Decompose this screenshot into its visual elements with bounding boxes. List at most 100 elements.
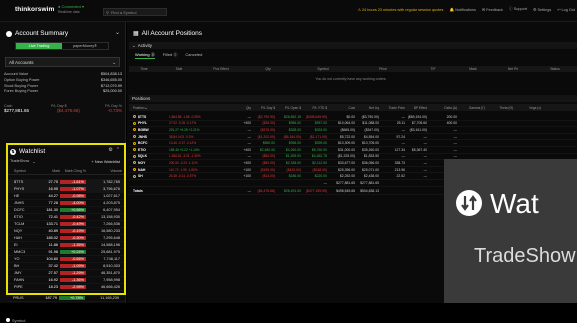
activity-column-header[interactable]: Pos Effect: [199, 67, 243, 71]
watchlist-symbol[interactable]: JMY: [8, 271, 38, 275]
position-symbol[interactable]: $QLK: [129, 154, 169, 158]
watchlist-symbol[interactable]: BH: [8, 264, 38, 268]
position-column-header[interactable]: Trade Price: [379, 106, 405, 110]
position-symbol[interactable]: $TTS: [129, 115, 169, 119]
activity-column-header[interactable]: Net Pri: [493, 67, 533, 71]
position-row[interactable]: $TTS 1,864.88 -1.85 -0.09% — ($2,790.90) $26…: [129, 114, 577, 121]
position-column-header[interactable]: Gamma (Γ): [457, 106, 485, 110]
position-symbol[interactable]: Totals: [129, 189, 169, 193]
position-symbol[interactable]: BCFC: [129, 141, 169, 145]
position-column-header[interactable]: Net Liq: [355, 106, 379, 110]
watchlist-symbol[interactable]: PIPE: [8, 285, 38, 289]
watchlist-row[interactable]: PIPE 18.23 -2.98% 46,666,426: [8, 284, 124, 291]
position-column-header[interactable]: BP Effect: [405, 106, 427, 110]
expand-icon[interactable]: [133, 174, 136, 178]
watchlist-row[interactable]: PHYS 16.95 -1.07% 3,796,676: [8, 186, 124, 193]
watchlist-symbol[interactable]: TCLM: [8, 222, 38, 226]
watchlist-row[interactable]: BH 37.42 -1.09% 8,510,303: [8, 263, 124, 270]
watchlist-row[interactable]: TCLM 133.71 -0.49% 7,266,536: [8, 221, 124, 228]
symbol-search-input[interactable]: ⚲ Find a Symbol: [103, 8, 167, 16]
account-select[interactable]: All Accounts ⌄: [5, 57, 120, 67]
position-column-header[interactable]: Delta (Δ): [427, 106, 457, 110]
position-symbol[interactable]: NOY: [129, 161, 169, 165]
watchlist-symbol[interactable]: NQY: [8, 229, 38, 233]
activity-column-header[interactable]: Price: [353, 67, 413, 71]
watchlist-row[interactable]: FAHN 16.92 -1.36% 7,958,998: [8, 277, 124, 284]
watchlist-row[interactable]: JNHS 77.28 -4.00% 4,203,875: [8, 200, 124, 207]
logout-link[interactable]: ↩ Log Out: [557, 7, 575, 12]
watchlist-symbol[interactable]: YO: [8, 257, 38, 261]
support-link[interactable]: ⓘ Support: [509, 7, 527, 12]
watchlist-symbol[interactable]: HE: [8, 194, 38, 198]
activity-column-header[interactable]: Time: [129, 67, 159, 71]
position-row[interactable]: BCFC 13.46 -0.37 -0.12% — $550.00 $396.00 $39…: [129, 140, 577, 147]
watchlist-row[interactable]: EI 11.86 -1.35% 14,588,196: [8, 242, 124, 249]
watchlist-symbol[interactable]: PRUS: [7, 296, 37, 300]
feedback-link[interactable]: ✉ Feedback: [482, 7, 503, 12]
watchlist-symbol[interactable]: DCFC: [8, 208, 38, 212]
watchlist-symbol[interactable]: ETIO: [8, 215, 38, 219]
position-symbol[interactable]: ETIO: [129, 148, 169, 152]
tab-working[interactable]: Working ⓪: [135, 52, 155, 59]
watchlist-symbol[interactable]: JNHS: [8, 201, 38, 205]
live-trading-tab[interactable]: Live Trading: [16, 43, 62, 49]
position-column-header[interactable]: P/L Open $: [275, 106, 301, 110]
expand-icon[interactable]: [133, 168, 136, 172]
notifications-link[interactable]: 🔔 Notifications: [449, 7, 475, 12]
position-row[interactable]: BGBW 291.27 +6.28 +2.21% — ($375.00) $328.00…: [129, 127, 577, 134]
watchlist-row[interactable]: MMC3 91.98 +0.24% 25,681,975: [8, 249, 124, 256]
watchlist-symbol[interactable]: EI: [8, 243, 38, 247]
tab-filled[interactable]: Filled ⓪: [163, 52, 178, 59]
activity-column-header[interactable]: TIF: [413, 67, 453, 71]
watchlist-name-select[interactable]: TradeShow ⌄: [10, 159, 35, 164]
watchlist-symbol[interactable]: PHYS: [8, 187, 38, 191]
symbol-footer[interactable]: Symbol: [6, 318, 25, 323]
watchlist-symbol[interactable]: HAH: [8, 236, 38, 240]
chevron-up-icon[interactable]: ⌃: [116, 147, 120, 153]
position-row[interactable]: PHYL 27.92 -0.05 -0.17% +400 ($26.00) $956.0…: [129, 121, 577, 128]
watchlist-symbol[interactable]: $TTS: [8, 180, 38, 184]
watchlist-symbol[interactable]: MMC3: [8, 250, 38, 254]
expand-icon[interactable]: [133, 141, 136, 145]
watchlist-row[interactable]: PRUS 187.79 +0.78% 11,165,239: [7, 295, 125, 302]
position-symbol[interactable]: SH: [129, 174, 169, 178]
new-watchlist-button[interactable]: + New Watchlist: [91, 159, 120, 164]
position-symbol[interactable]: JNHS: [129, 135, 169, 139]
watchlist-row[interactable]: NQY 40.89 -0.19% 16,580,233: [8, 228, 124, 235]
position-row[interactable]: ETIO 158.46 +0.22 +1.14% +400 $2,652.00 $4,2…: [129, 147, 577, 154]
activity-column-header[interactable]: Side: [159, 67, 199, 71]
settings-link[interactable]: ⚙ Settings: [533, 7, 551, 12]
watchlist-row[interactable]: $TTS 27.75 -1.61% 1,782,765: [8, 179, 124, 186]
positions-section-header[interactable]: Positions: [129, 95, 577, 102]
expand-icon[interactable]: [133, 121, 136, 125]
position-column-header[interactable]: P/L YTD $: [301, 106, 327, 110]
activity-column-header[interactable]: Qty: [243, 67, 293, 71]
expand-icon[interactable]: [133, 161, 136, 165]
activity-column-header[interactable]: Status: [533, 67, 577, 71]
expand-icon[interactable]: [133, 135, 136, 139]
position-column-header[interactable]: Qty: [231, 106, 251, 110]
paper-money-tab[interactable]: paperMoney®: [62, 43, 108, 49]
position-column-header[interactable]: Cost: [327, 106, 355, 110]
connection-status[interactable]: ● Connected ▾: [58, 4, 84, 9]
position-column-header[interactable]: Vega (v): [513, 106, 541, 110]
watchlist-row[interactable]: DCFC 181.30 +0.56% 6,407,954: [8, 207, 124, 214]
watchlist-symbol[interactable]: FAHN: [8, 278, 38, 282]
watchlist-row[interactable]: ETIO 72.41 -0.42% 13,158,930: [8, 214, 124, 221]
expand-icon[interactable]: [133, 148, 136, 152]
trading-mode-toggle[interactable]: Live Trading paperMoney®: [15, 42, 109, 50]
watchlist-row[interactable]: JMY 27.57 -1.29% 46,351,870: [8, 270, 124, 277]
expand-icon[interactable]: [133, 115, 136, 119]
tab-canceled[interactable]: Canceled: [185, 52, 202, 59]
watchlist-row[interactable]: HE 44.27 -0.98% 1,027,617: [8, 193, 124, 200]
position-symbol[interactable]: BGBW: [129, 128, 169, 132]
position-column-header[interactable]: P/L Day $: [251, 106, 275, 110]
collapse-icon[interactable]: ⌄: [115, 29, 120, 36]
activity-column-header[interactable]: Mark: [453, 67, 493, 71]
position-symbol[interactable]: NAH: [129, 168, 169, 172]
expand-icon[interactable]: [133, 154, 136, 158]
position-symbol[interactable]: PHYL: [129, 121, 169, 125]
watchlist-row[interactable]: YO 104.80 -0.66% 7,748,117: [8, 256, 124, 263]
expand-icon[interactable]: [133, 128, 136, 132]
position-row[interactable]: JNHS 35.84 0.03 -0.3% — ($1,202.00) ($6,164.…: [129, 134, 577, 141]
